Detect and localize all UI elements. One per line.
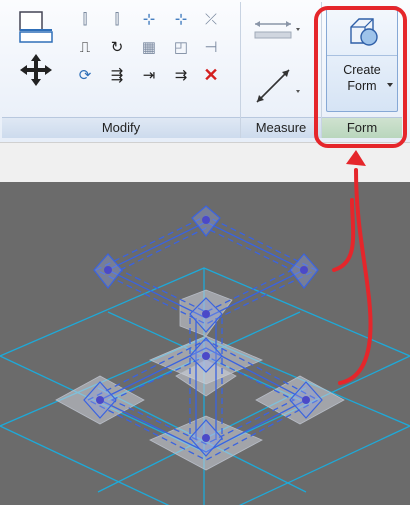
trim-icon[interactable]: ⇶ [106,64,128,86]
split-gap-icon[interactable]: ⊹ [170,8,192,30]
modify-panel: ⫿ ⫿ ⊹ ⊹ ⤫ ⎍ ↻ ▦ ◰ ⊣ ⟳ ⇶ ⇥ ⇉ ✕ Modify [2,2,241,138]
delete-icon[interactable]: ✕ [200,64,222,86]
view-tab-strip [0,142,410,183]
pin-icon[interactable]: ⊣ [200,36,222,58]
modify-panel-label: Modify [2,117,240,138]
split-icon[interactable]: ⊹ [138,8,160,30]
measure-diagonal-icon[interactable] [251,62,301,108]
copy-icon[interactable]: ⟳ [74,64,96,86]
drawing-viewport[interactable] [0,182,410,505]
array-icon[interactable]: ▦ [138,36,160,58]
measure-panel-label: Measure [241,117,321,138]
align-icon[interactable] [18,10,54,46]
create-form-highlight [314,6,407,148]
mirror-draw-icon[interactable]: ⫿ [106,8,128,30]
measure-aligned-icon[interactable] [251,16,301,44]
trim-multiple-icon[interactable]: ⇉ [170,64,192,86]
mirror-icon[interactable]: ⫿ [74,8,96,30]
unpin-icon[interactable]: ⤫ [200,8,222,30]
scale-icon[interactable]: ◰ [170,36,192,58]
move-icon[interactable] [18,52,54,88]
rotate-icon[interactable]: ↻ [106,36,128,58]
trim-single-icon[interactable]: ⇥ [138,64,160,86]
measure-panel: Measure [241,2,322,138]
offset-icon[interactable]: ⎍ [74,36,96,58]
